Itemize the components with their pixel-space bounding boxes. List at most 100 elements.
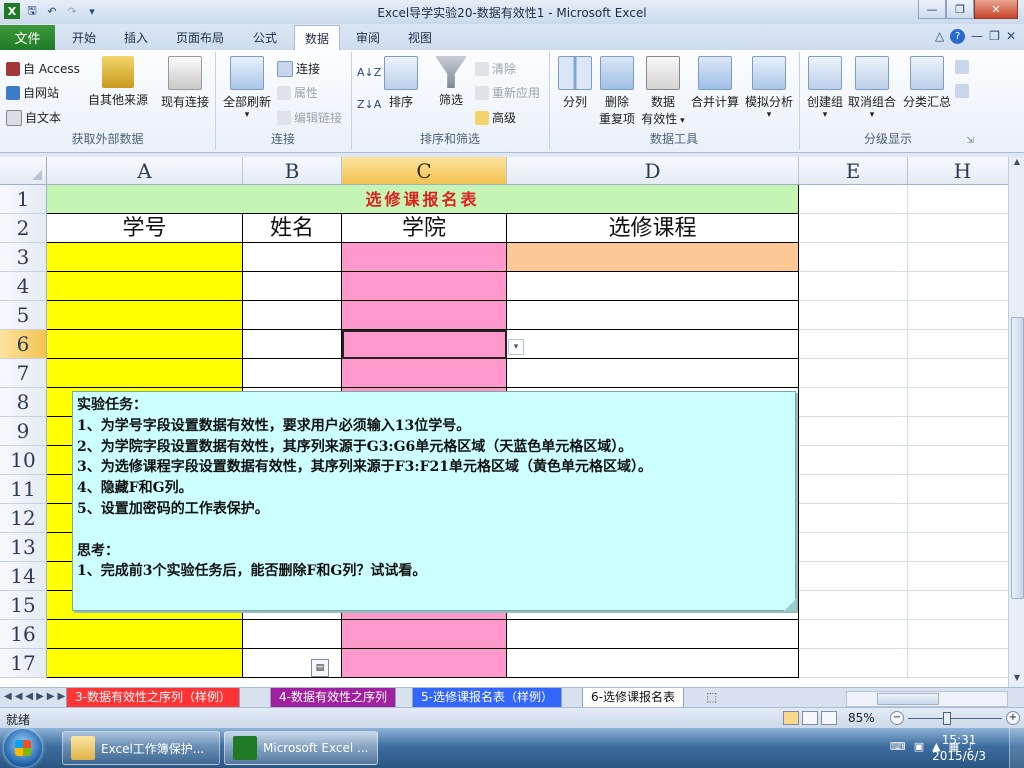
row-header-4[interactable]: 4 [0, 272, 47, 301]
cell-e9[interactable] [799, 417, 908, 446]
column-header-c[interactable]: C [342, 157, 507, 185]
from-text-button[interactable]: 自文本 [6, 109, 61, 126]
close-button[interactable]: ✕ [974, 0, 1018, 19]
zoom-in-icon[interactable]: + [1006, 711, 1020, 725]
sheet-nav-buttons[interactable]: ◀◀◀▶▶▶ [4, 691, 68, 702]
cell-h11[interactable] [908, 475, 1008, 504]
cell-h6[interactable] [908, 330, 1008, 359]
tab-formulas[interactable]: 公式 [253, 29, 277, 46]
cell-a3[interactable] [47, 243, 243, 272]
cell-h3[interactable] [908, 243, 1008, 272]
active-cell-c6[interactable] [342, 330, 507, 359]
cell-b6[interactable] [243, 330, 342, 359]
taskbar-item-excel[interactable]: Microsoft Excel ... [224, 731, 378, 765]
sheet-tab-3[interactable]: 3-数据有效性之序列（样例） [66, 688, 240, 708]
text-to-columns-button[interactable]: 分列 [555, 56, 595, 110]
existing-connections-button[interactable]: 现有连接 [158, 56, 212, 110]
row-header-6[interactable]: 6 [0, 330, 47, 359]
cell-b3[interactable] [243, 243, 342, 272]
cell-b4[interactable] [243, 272, 342, 301]
scroll-down-icon[interactable]: ▼ [1009, 673, 1024, 687]
help-icon[interactable]: ? [950, 29, 966, 44]
row-header-17[interactable]: 17 [0, 649, 47, 678]
ungroup-button[interactable]: 取消组合 ▾ [847, 56, 897, 120]
cell-b16[interactable] [243, 620, 342, 649]
row-header-11[interactable]: 11 [0, 475, 47, 504]
cell-e13[interactable] [799, 533, 908, 562]
group-button[interactable]: 创建组 ▾ [803, 56, 847, 120]
outline-dialog-launcher-icon[interactable]: ⇲ [966, 136, 974, 146]
sort-button[interactable]: 排序 [381, 56, 421, 110]
from-other-sources-button[interactable]: 自其他来源 [86, 56, 150, 108]
row-header-5[interactable]: 5 [0, 301, 47, 330]
tab-insert[interactable]: 插入 [124, 29, 148, 46]
reapply-button[interactable]: 重新应用 [475, 84, 540, 101]
cell-c16[interactable] [342, 620, 507, 649]
cell-c17[interactable] [342, 649, 507, 678]
doc-close-icon[interactable]: ✕ [1006, 29, 1016, 44]
cell-b7[interactable] [243, 359, 342, 388]
taskbar-clock[interactable]: 15:31 2015/6/3 [932, 732, 986, 764]
column-header-b[interactable]: B [243, 157, 342, 185]
cell-d7[interactable] [507, 359, 799, 388]
tab-home[interactable]: 开始 [72, 29, 96, 46]
cell-a7[interactable] [47, 359, 243, 388]
cell-e6[interactable] [799, 330, 908, 359]
row-header-2[interactable]: 2 [0, 214, 47, 243]
zoom-knob[interactable] [943, 712, 951, 725]
what-if-analysis-button[interactable]: 模拟分析 ▾ [743, 56, 795, 120]
filter-button[interactable]: 筛选 [431, 56, 471, 108]
cell-h4[interactable] [908, 272, 1008, 301]
from-web-button[interactable]: 自网站 [6, 84, 59, 101]
taskbar-item-folder[interactable]: Excel工作簿保护... [62, 731, 220, 765]
cell-c3[interactable] [342, 243, 507, 272]
cell-d6[interactable] [507, 330, 799, 359]
show-desktop-button[interactable] [1009, 728, 1024, 768]
sort-descending-button[interactable]: Z↓A [357, 98, 381, 111]
vertical-scroll-thumb[interactable] [1011, 317, 1024, 599]
cell-c4[interactable] [342, 272, 507, 301]
tab-page-layout[interactable]: 页面布局 [176, 29, 224, 46]
cell-e7[interactable] [799, 359, 908, 388]
scroll-up-icon[interactable]: ▲ [1009, 157, 1024, 171]
header-elective-course[interactable]: 选修课程 [507, 214, 799, 243]
insert-sheet-icon[interactable]: ⬚ [706, 690, 717, 704]
instructions-textbox[interactable]: 实验任务： 1、为学号字段设置数据有效性，要求用户必须输入13位学号。 2、为学… [72, 391, 796, 611]
tab-review[interactable]: 审阅 [356, 29, 380, 46]
sheet-tab-6-active[interactable]: 6-选修课报名表 [582, 688, 684, 708]
restore-button[interactable]: ❐ [946, 0, 974, 19]
cell-a17[interactable] [47, 649, 243, 678]
cell-h17[interactable] [908, 649, 1008, 678]
cell-h10[interactable] [908, 446, 1008, 475]
minimize-button[interactable]: — [918, 0, 946, 19]
column-header-d[interactable]: D [507, 157, 799, 185]
header-student-id[interactable]: 学号 [47, 214, 243, 243]
refresh-all-button[interactable]: 全部刷新 ▾ [219, 56, 275, 120]
cell-e16[interactable] [799, 620, 908, 649]
tray-icon[interactable]: ▣ [914, 740, 924, 753]
cell-e15[interactable] [799, 591, 908, 620]
tab-data[interactable]: 数据 [294, 25, 341, 51]
cell-h1[interactable] [908, 185, 1008, 214]
cell-d17[interactable] [507, 649, 799, 678]
connections-button[interactable]: 连接 [277, 60, 320, 77]
show-detail-button[interactable] [955, 60, 969, 74]
select-all-corner[interactable] [0, 157, 47, 185]
cell-h14[interactable] [908, 562, 1008, 591]
column-header-a[interactable]: A [47, 157, 243, 185]
cell-e14[interactable] [799, 562, 908, 591]
cell-a4[interactable] [47, 272, 243, 301]
sort-ascending-button[interactable]: A↓Z [357, 66, 381, 79]
row-header-1[interactable]: 1 [0, 185, 47, 214]
cell-h16[interactable] [908, 620, 1008, 649]
cell-d16[interactable] [507, 620, 799, 649]
page-break-view-icon[interactable] [821, 711, 837, 725]
cell-h5[interactable] [908, 301, 1008, 330]
sheet-title[interactable]: 选修课报名表 [47, 185, 799, 214]
cell-h15[interactable] [908, 591, 1008, 620]
column-header-h[interactable]: H [908, 157, 1008, 185]
tab-file[interactable]: 文件 [0, 25, 55, 50]
row-header-14[interactable]: 14 [0, 562, 47, 591]
cell-h13[interactable] [908, 533, 1008, 562]
edit-links-button[interactable]: 编辑链接 [277, 109, 342, 126]
